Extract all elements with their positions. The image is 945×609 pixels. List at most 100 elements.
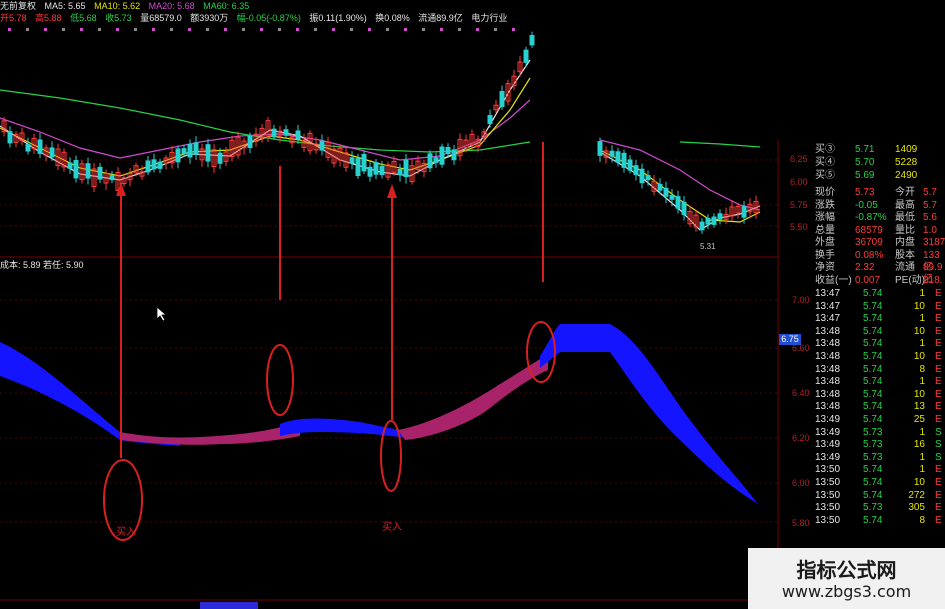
trade-price: 5.73 [863, 439, 883, 451]
event-marker [170, 28, 173, 31]
trade-price: 5.74 [863, 313, 883, 325]
event-marker [224, 28, 227, 31]
trade-row[interactable]: 13:48 5.74 1 E [813, 376, 945, 388]
stat-key-left: 外盘 [815, 237, 835, 248]
candle-body [373, 162, 379, 175]
buy-label-2: 买入 [382, 522, 402, 533]
trade-time: 13:47 [815, 313, 841, 325]
indicator-title: 成本: 5.89 若任: 5.90 [0, 260, 84, 270]
stat-row: 外盘 36709 内盘 3187 [813, 237, 945, 249]
ask-row: 买③ 5.71 1409 [813, 144, 945, 156]
candle-body [633, 165, 639, 176]
event-marker [332, 28, 335, 31]
candle-body [7, 131, 13, 144]
trade-row[interactable]: 13:48 5.74 1 E [813, 338, 945, 350]
stat-key-right: 最低 [895, 212, 915, 223]
ma60-line [0, 89, 531, 153]
stat-value-left: 68579 [855, 224, 883, 236]
trade-row[interactable]: 13:47 5.74 10 E [813, 301, 945, 313]
stat-value-left: 2.32 [855, 262, 875, 273]
trade-row[interactable]: 13:47 5.74 1 E [813, 288, 945, 300]
trade-row[interactable]: 13:48 5.74 10 E [813, 389, 945, 401]
event-marker [350, 28, 353, 31]
event-marker [206, 28, 209, 31]
watermark-url: www.zbgs3.com [781, 582, 912, 601]
event-marker [152, 28, 155, 31]
event-marker [476, 28, 479, 31]
trade-time: 13:50 [815, 464, 841, 476]
trade-flag: E [935, 502, 942, 514]
trade-volume: 10 [913, 351, 925, 362]
candle-body [181, 148, 187, 155]
stat-key-right: 股本 [895, 249, 915, 261]
trade-price: 5.74 [863, 514, 883, 526]
trade-row[interactable]: 13:48 5.74 10 E [813, 326, 945, 338]
trade-row[interactable]: 13:48 5.74 8 E [813, 364, 945, 376]
stat-row: 总量 68579 量比 1.0 [813, 225, 945, 237]
candle-body [597, 141, 603, 156]
axis-upper-tick-1: 6.00 [790, 177, 808, 187]
ask-row: 买⑤ 5.69 2490 [813, 170, 945, 182]
trade-row[interactable]: 13:50 5.74 10 E [813, 477, 945, 489]
candle-body [109, 175, 115, 181]
stat-key-right: 流通 [895, 262, 915, 273]
trade-row[interactable]: 13:47 5.74 1 E [813, 313, 945, 325]
candle-body [175, 148, 181, 163]
stat-value-right: 5.6 [923, 212, 937, 223]
trade-time: 13:48 [815, 363, 841, 375]
trade-flag: S [935, 426, 942, 438]
trade-volume: 1 [919, 338, 925, 350]
candle-body [271, 128, 277, 138]
trade-time: 13:48 [815, 388, 841, 400]
trade-row[interactable]: 13:50 5.74 8 E [813, 515, 945, 527]
trade-row[interactable]: 13:50 5.73 305 E [813, 502, 945, 514]
candle-body [439, 146, 445, 165]
trade-row[interactable]: 13:49 5.73 16 S [813, 439, 945, 451]
trade-flag: E [935, 489, 942, 501]
trade-row[interactable]: 13:49 5.73 1 S [813, 427, 945, 439]
trade-volume: 1 [919, 464, 925, 476]
candle-body [145, 160, 151, 173]
event-marker [314, 28, 317, 31]
stat-row: 换手 0.08% 股本 133亿 [813, 249, 945, 273]
trade-flag: E [935, 401, 942, 413]
candle-body [741, 206, 747, 218]
trade-flag: E [935, 325, 942, 337]
stat-key-right: 今开 [895, 187, 915, 198]
trade-row[interactable]: 13:49 5.73 1 S [813, 452, 945, 464]
candle-body [615, 151, 621, 163]
trade-row[interactable]: 13:49 5.74 25 E [813, 414, 945, 426]
ma60-line-right [679, 141, 761, 148]
trade-time: 13:48 [815, 338, 841, 350]
ask-price: 5.71 [855, 144, 875, 155]
trade-flag: E [935, 313, 942, 325]
ma10-line [0, 77, 531, 177]
axis-lower-tick-5: 6.00 [792, 478, 810, 488]
trade-row[interactable]: 13:48 5.74 13 E [813, 401, 945, 413]
candle-body [187, 144, 193, 158]
trade-row[interactable]: 13:50 5.74 272 E [813, 490, 945, 502]
candle-body [151, 159, 157, 170]
trade-price: 5.74 [863, 489, 883, 501]
trade-time: 13:50 [815, 502, 841, 514]
indicator-band-pink-1 [120, 422, 300, 445]
stat-value-left: 0.08% [855, 249, 884, 261]
candle-body [627, 159, 633, 171]
circle-2 [266, 344, 294, 416]
event-marker [134, 28, 137, 31]
trade-flag: E [935, 376, 942, 388]
event-marker [458, 28, 461, 31]
stat-key-left: 净资 [815, 262, 835, 273]
low-price-marker: 5.31 [700, 242, 716, 251]
ask-volume: 1409 [895, 144, 918, 155]
trade-time: 13:49 [815, 414, 841, 425]
trade-flag: E [935, 338, 942, 350]
candle-body [451, 149, 457, 161]
stat-value-right: 1.0 [923, 224, 937, 236]
trade-price: 5.74 [863, 464, 883, 476]
trade-flag: E [935, 288, 942, 299]
trade-price: 5.73 [863, 502, 883, 514]
candle-body [379, 165, 385, 176]
trade-row[interactable]: 13:50 5.74 1 E [813, 464, 945, 476]
trade-row[interactable]: 13:48 5.74 10 E [813, 351, 945, 363]
